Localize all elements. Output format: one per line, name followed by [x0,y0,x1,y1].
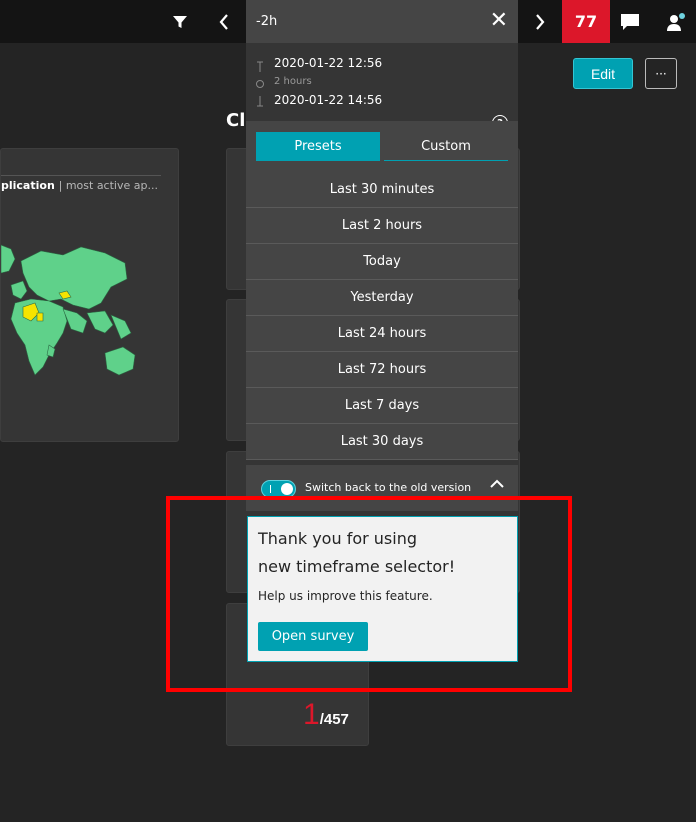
map-tile-header: plication | most active ap... [1,179,158,192]
preset-item[interactable]: Last 2 hours [246,208,518,244]
close-icon[interactable]: ✕ [490,10,508,32]
map-tile-subtitle: | most active ap... [58,179,158,192]
problem-counter: 1/457 [303,698,349,732]
timeframe-tabs: Presets Custom [246,121,518,172]
filter-icon[interactable] [164,0,196,43]
tab-custom[interactable]: Custom [384,132,508,161]
timeframe-value: -2h [256,14,278,29]
preset-item[interactable]: Today [246,244,518,280]
world-map-tile[interactable]: plication | most active ap... [0,148,179,442]
toggle-on-mark [270,485,271,493]
preset-item[interactable]: Last 72 hours [246,352,518,388]
preset-list: Last 30 minutes Last 2 hours Today Yeste… [246,172,518,460]
preset-item[interactable]: Yesterday [246,280,518,316]
counter-current: 1 [303,698,320,731]
user-icon[interactable] [660,0,692,43]
timeframe-duration: 2 hours [274,76,312,87]
preset-item[interactable]: Last 24 hours [246,316,518,352]
preset-item[interactable]: Last 30 days [246,424,518,460]
problems-count-badge[interactable]: 77 [562,0,610,43]
tile-divider [1,175,161,176]
preset-item[interactable]: Last 7 days [246,388,518,424]
section-title: Cl [226,110,246,131]
timeframe-summary: 2020-01-22 12:56 2 hours 2020-01-22 14:5… [246,43,518,131]
chevron-left-icon[interactable] [208,0,240,43]
timeframe-to: 2020-01-22 14:56 [274,93,383,107]
edit-button[interactable]: Edit [573,58,633,89]
tab-presets[interactable]: Presets [256,132,380,161]
world-map [1,244,136,376]
old-version-label: Switch back to the old version [305,481,472,494]
timeframe-input[interactable]: -2h ✕ [246,0,518,43]
highlight-box [166,496,572,692]
timeframe-from: 2020-01-22 12:56 [274,56,383,70]
toggle-knob [281,483,293,495]
chat-icon[interactable] [614,0,646,43]
chevron-up-icon[interactable] [490,479,504,489]
counter-total: /457 [319,711,349,728]
chevron-right-icon[interactable] [524,0,556,43]
map-tile-title: plication [1,179,55,192]
more-options-button[interactable]: ··· [645,58,677,89]
preset-item[interactable]: Last 30 minutes [246,172,518,208]
timeline-icon [256,61,264,107]
